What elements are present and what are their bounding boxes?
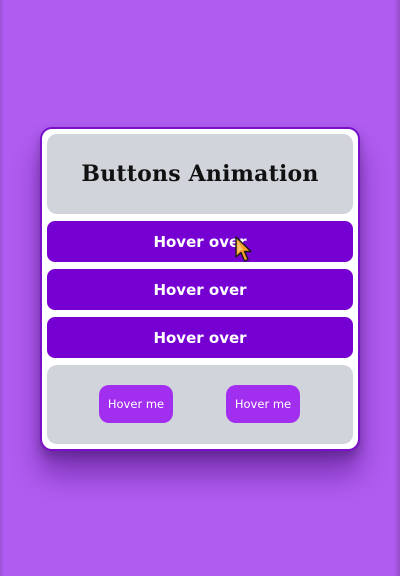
hover-over-button-1[interactable]: Hover over (47, 221, 353, 262)
hover-me-button-1[interactable]: Hover me (99, 385, 173, 423)
title-panel: Buttons Animation (47, 134, 353, 214)
page-edge-right (394, 0, 400, 576)
hover-me-button-2[interactable]: Hover me (226, 385, 300, 423)
buttons-card: Buttons Animation Hover over Hover over … (40, 127, 360, 451)
page-edge-left (0, 0, 4, 576)
small-buttons-panel: Hover me Hover me (47, 365, 353, 444)
hover-over-button-3[interactable]: Hover over (47, 317, 353, 358)
hover-over-button-2[interactable]: Hover over (47, 269, 353, 310)
card-title: Buttons Animation (81, 161, 319, 187)
